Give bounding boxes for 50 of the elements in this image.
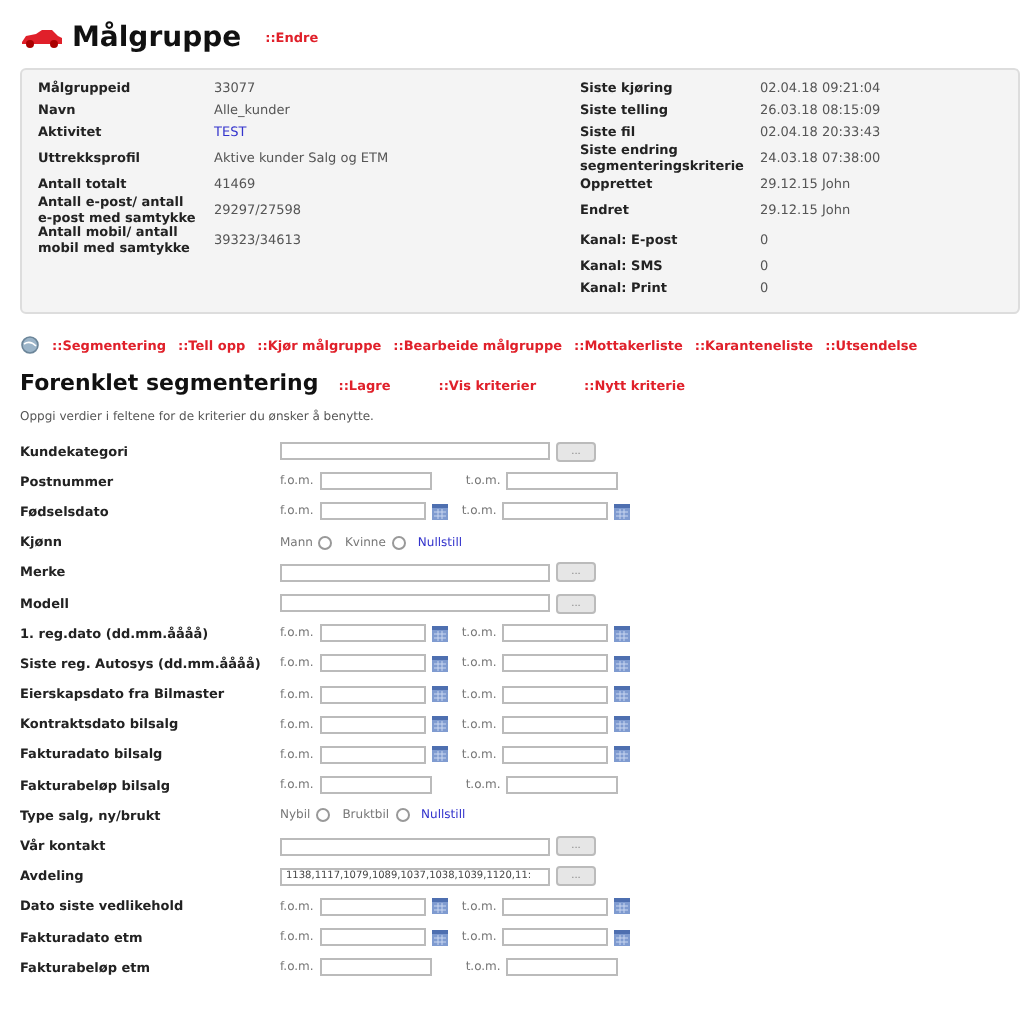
to-field[interactable]: [502, 897, 609, 916]
text-field[interactable]: [280, 563, 550, 582]
to-field[interactable]: [502, 685, 609, 704]
radio-button[interactable]: [395, 808, 410, 823]
calendar-icon: [431, 716, 448, 733]
from-field[interactable]: [319, 897, 426, 916]
to-field[interactable]: [502, 654, 609, 673]
calendar-icon: [614, 929, 631, 946]
calendar-icon: [431, 898, 448, 915]
calendar-icon: [614, 686, 631, 703]
to-field[interactable]: [502, 502, 609, 521]
text-field[interactable]: [280, 594, 550, 613]
calendar-icon: [614, 625, 631, 642]
text-field[interactable]: [280, 442, 550, 461]
calendar-icon: [614, 898, 631, 915]
calendar-icon: [431, 746, 448, 763]
from-field[interactable]: [319, 776, 432, 795]
to-field[interactable]: [502, 715, 609, 734]
calendar-icon: [431, 929, 448, 946]
radio-button[interactable]: [318, 535, 333, 550]
text-field[interactable]: [280, 837, 550, 856]
globe-icon: [20, 336, 40, 354]
to-field[interactable]: [506, 776, 619, 795]
calendar-icon: [431, 655, 448, 672]
from-field[interactable]: [319, 685, 426, 704]
calendar-icon: [431, 686, 448, 703]
radio-button[interactable]: [391, 535, 406, 550]
from-field[interactable]: [319, 745, 426, 764]
calendar-icon: [431, 503, 448, 520]
from-field[interactable]: [319, 958, 432, 977]
section-title: Forenklet segmentering: [20, 370, 319, 396]
car-icon: [20, 28, 64, 48]
from-field[interactable]: [319, 928, 426, 947]
from-field[interactable]: [319, 472, 432, 491]
radio-button[interactable]: [316, 808, 331, 823]
to-field[interactable]: [506, 472, 619, 491]
calendar-icon: [614, 746, 631, 763]
calendar-icon: [431, 625, 448, 642]
to-field[interactable]: [502, 928, 609, 947]
from-field[interactable]: [319, 715, 426, 734]
to-field[interactable]: [502, 624, 609, 643]
from-field[interactable]: [319, 624, 426, 643]
calendar-icon: [614, 716, 631, 733]
page-title: Målgruppe: [72, 22, 242, 54]
calendar-icon: [614, 503, 631, 520]
calendar-icon: [614, 655, 631, 672]
to-field[interactable]: [506, 958, 619, 977]
to-field[interactable]: [502, 745, 609, 764]
from-field[interactable]: [319, 502, 426, 521]
from-field[interactable]: [319, 654, 426, 673]
